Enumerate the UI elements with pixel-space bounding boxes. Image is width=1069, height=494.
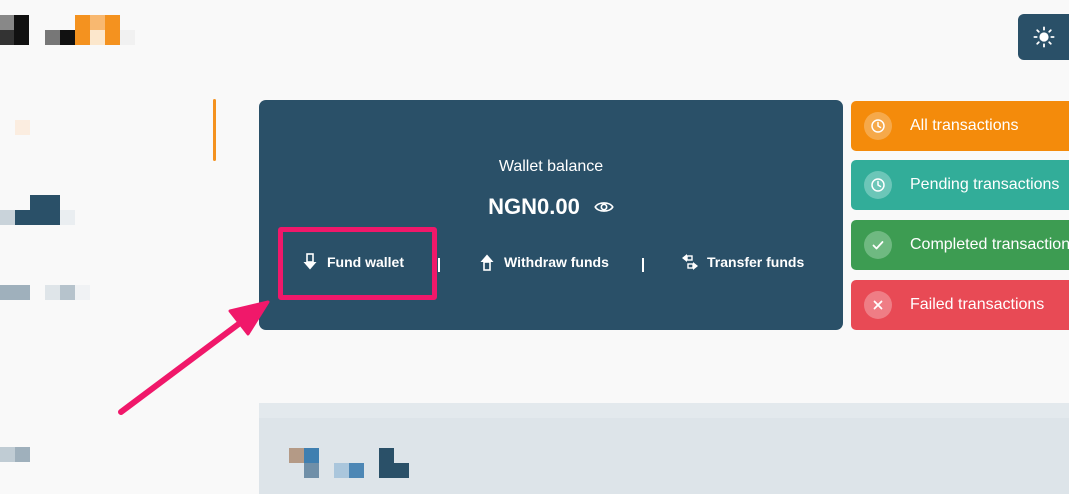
failed-transactions-button[interactable]: Failed transactions xyxy=(851,280,1069,330)
sidebar-item[interactable] xyxy=(0,115,110,143)
failed-transactions-label: Failed transactions xyxy=(910,296,1045,313)
pending-transactions-button[interactable]: Pending transactions xyxy=(851,160,1069,210)
theme-toggle-button[interactable] xyxy=(1018,14,1069,60)
check-icon xyxy=(864,231,892,259)
wallet-title: Wallet balance xyxy=(498,158,604,175)
transfer-funds-button[interactable]: Transfer funds xyxy=(681,253,804,271)
wallet-balance: NGN0.00 xyxy=(488,194,580,219)
completed-transactions-button[interactable]: Completed transactions xyxy=(851,220,1069,270)
eye-icon[interactable] xyxy=(594,197,614,217)
withdraw-funds-button[interactable]: Withdraw funds xyxy=(478,253,609,271)
clock-icon xyxy=(864,112,892,140)
sidebar-active-indicator xyxy=(213,99,216,161)
transfer-icon xyxy=(682,254,698,270)
action-separator xyxy=(642,258,644,272)
all-transactions-label: All transactions xyxy=(910,117,1019,134)
x-icon xyxy=(864,291,892,319)
clock-icon xyxy=(864,171,892,199)
arrow-up-icon xyxy=(480,254,494,271)
pending-transactions-label: Pending transactions xyxy=(910,176,1060,193)
sidebar-item[interactable] xyxy=(0,447,110,475)
brand-logo[interactable] xyxy=(0,15,140,45)
sidebar xyxy=(0,95,220,494)
wallet-amount-row: NGN0.00 xyxy=(259,194,843,220)
transfer-funds-label: Transfer funds xyxy=(707,254,805,270)
all-transactions-button[interactable]: All transactions xyxy=(851,101,1069,151)
sidebar-item[interactable] xyxy=(0,195,110,225)
lower-panel xyxy=(259,403,1069,494)
completed-transactions-label: Completed transactions xyxy=(910,236,1069,253)
withdraw-funds-label: Withdraw funds xyxy=(504,254,609,270)
sun-icon xyxy=(1033,26,1055,48)
action-separator xyxy=(438,258,440,272)
sidebar-item[interactable] xyxy=(0,285,110,313)
annotation-highlight-box xyxy=(278,227,437,300)
